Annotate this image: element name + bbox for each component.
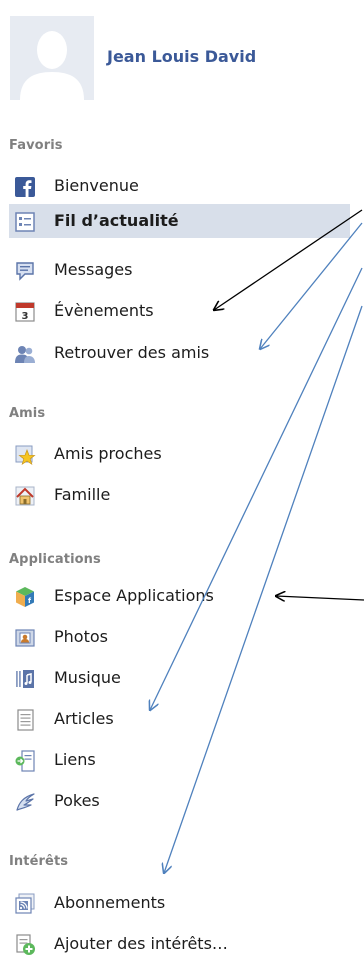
nav-item-family[interactable]: Famille <box>0 478 280 512</box>
nav-item-label: Abonnements <box>54 893 166 912</box>
music-icon <box>14 668 36 690</box>
nav-item-label: Espace Applications <box>54 586 214 605</box>
nav-item-music[interactable]: Musique <box>0 661 280 695</box>
nav-item-messages[interactable]: Messages <box>0 253 280 287</box>
news-feed-icon <box>14 211 36 233</box>
section-title-interests: Intérêts <box>9 854 69 869</box>
nav-item-links[interactable]: Liens <box>0 743 280 777</box>
links-icon <box>14 750 36 772</box>
svg-text:3: 3 <box>22 311 29 322</box>
calendar-icon: 3 <box>14 301 36 323</box>
nav-item-label: Retrouver des amis <box>54 343 210 362</box>
nav-item-label: Liens <box>54 750 96 769</box>
nav-item-label: Ajouter des intérêts… <box>54 934 228 953</box>
nav-item-subscriptions[interactable]: Abonnements <box>0 886 280 920</box>
avatar[interactable] <box>10 16 94 100</box>
nav-item-add-interests[interactable]: Ajouter des intérêts… <box>0 927 280 961</box>
apps-cube-icon: f <box>14 586 36 608</box>
nav-item-welcome[interactable]: Bienvenue <box>0 169 280 203</box>
add-interests-icon <box>14 934 36 956</box>
star-friends-icon <box>14 444 36 466</box>
nav-item-label: Messages <box>54 260 133 279</box>
nav-item-photos[interactable]: Photos <box>0 620 280 654</box>
nav-item-events[interactable]: 3 Évènements <box>0 294 280 328</box>
notes-icon <box>14 709 36 731</box>
nav-item-label: Famille <box>54 485 111 504</box>
facebook-icon <box>14 176 36 198</box>
nav-item-news-feed[interactable]: Fil d’actualité <box>9 204 350 238</box>
messages-icon <box>14 260 36 282</box>
house-icon <box>14 485 36 507</box>
find-friends-icon <box>14 343 36 365</box>
nav-item-pokes[interactable]: Pokes <box>0 784 280 818</box>
nav-item-label: Articles <box>54 709 114 728</box>
nav-item-label: Photos <box>54 627 108 646</box>
nav-item-notes[interactable]: Articles <box>0 702 280 736</box>
default-avatar-icon <box>10 16 94 100</box>
nav-item-label: Musique <box>54 668 121 687</box>
nav-item-apps[interactable]: f Espace Applications <box>0 579 280 613</box>
photos-icon <box>14 627 36 649</box>
nav-item-label: Amis proches <box>54 444 162 463</box>
profile-name[interactable]: Jean Louis David <box>107 47 256 66</box>
section-title-applications: Applications <box>9 552 101 567</box>
profile-header: Jean Louis David <box>10 16 340 106</box>
nav-item-label: Évènements <box>54 301 154 320</box>
section-title-friends: Amis <box>9 406 46 421</box>
nav-item-find-friends[interactable]: Retrouver des amis <box>0 336 280 370</box>
nav-item-label: Fil d’actualité <box>54 211 179 230</box>
nav-item-close-friends[interactable]: Amis proches <box>0 437 280 471</box>
nav-item-label: Bienvenue <box>54 176 139 195</box>
poke-icon <box>14 791 36 813</box>
subscriptions-icon <box>14 893 36 915</box>
annotation-arrow-apps <box>276 596 364 600</box>
section-title-favorites: Favoris <box>9 138 63 153</box>
nav-item-label: Pokes <box>54 791 100 810</box>
